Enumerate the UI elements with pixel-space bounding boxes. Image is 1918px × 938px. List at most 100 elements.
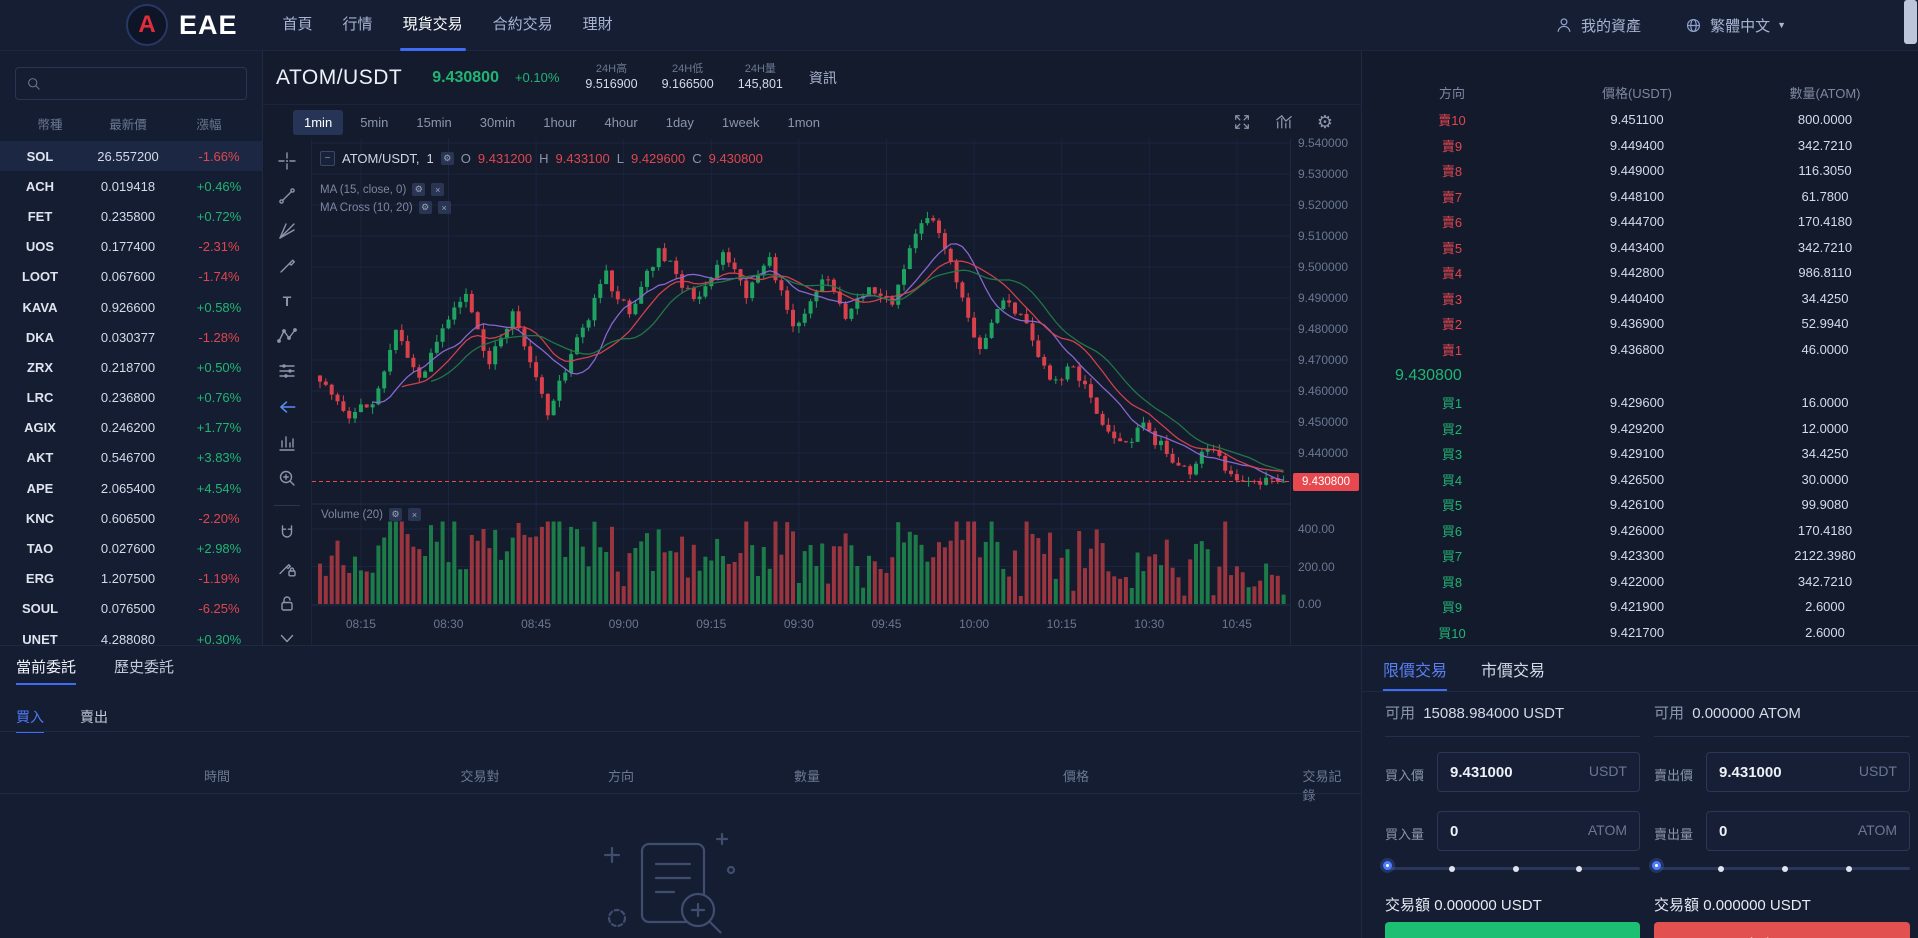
orders-tab-當前委託[interactable]: 當前委託 [16,656,76,685]
bid-row-買9[interactable]: 買99.4219002.6000 [1362,594,1918,620]
buy-button[interactable]: 買入ATOM [1385,922,1640,938]
chart-plot[interactable]: − ATOM/USDT, 1 ⚙ O9.431200 H9.433100 L9.… [312,139,1290,645]
slider-dot-25[interactable] [1449,866,1455,872]
drawing-lock-icon[interactable] [277,558,297,578]
nav-item-現貨交易[interactable]: 現貨交易 [388,0,478,51]
slider-dot-25[interactable] [1718,866,1724,872]
sell-amount-slider[interactable] [1654,861,1910,875]
ask-row-賣4[interactable]: 賣49.442800986.8110 [1362,260,1918,286]
watchlist-row-SOUL[interactable]: SOUL0.076500-6.25% [0,594,262,624]
watchlist-row-ZRX[interactable]: ZRX0.218700+0.50% [0,352,262,382]
watchlist-row-ERG[interactable]: ERG1.207500-1.19% [0,564,262,594]
nav-item-合約交易[interactable]: 合約交易 [478,0,568,51]
ask-row-賣3[interactable]: 賣39.44040034.4250 [1362,286,1918,312]
watchlist-row-TAO[interactable]: TAO0.027600+2.98% [0,533,262,563]
bid-row-買10[interactable]: 買109.4217002.6000 [1362,620,1918,646]
timeframe-15min[interactable]: 15min [405,110,462,135]
watchlist-row-DKA[interactable]: DKA0.030377-1.28% [0,322,262,352]
bid-row-買7[interactable]: 買79.4233002122.3980 [1362,543,1918,569]
bid-row-買6[interactable]: 買69.426000170.4180 [1362,518,1918,544]
price-axis[interactable]: 9.430800 9.5400009.5300009.5200009.51000… [1290,139,1362,645]
slider-dot-75[interactable] [1576,866,1582,872]
timeframe-30min[interactable]: 30min [469,110,526,135]
lock-icon[interactable] [277,593,297,613]
watchlist-row-SOL[interactable]: SOL26.557200-1.66% [0,141,262,171]
ask-row-賣5[interactable]: 賣59.443400342.7210 [1362,235,1918,261]
scrollbar-thumb[interactable] [1904,0,1917,44]
timeframe-4hour[interactable]: 4hour [593,110,648,135]
watchlist-row-APE[interactable]: APE2.065400+4.54% [0,473,262,503]
watchlist-row-ACH[interactable]: ACH0.019418+0.46% [0,171,262,201]
info-link[interactable]: 資訊 [809,68,837,88]
slider-dot-75[interactable] [1846,866,1852,872]
brush-icon[interactable] [277,256,297,276]
slider-handle[interactable] [1652,861,1661,870]
watchlist-row-UNET[interactable]: UNET4.288080+0.30% [0,624,262,645]
watchlist-row-UOS[interactable]: UOS0.177400-2.31% [0,232,262,262]
nav-item-理財[interactable]: 理財 [568,0,628,51]
watchlist-row-LOOT[interactable]: LOOT0.067600-1.74% [0,262,262,292]
timeframe-1hour[interactable]: 1hour [532,110,587,135]
ask-row-賣7[interactable]: 賣79.44810061.7800 [1362,184,1918,210]
collapse-icon[interactable]: − [320,151,335,166]
slider-handle[interactable] [1383,861,1392,870]
orders-tab-歷史委託[interactable]: 歷史委託 [114,656,174,685]
nav-item-行情[interactable]: 行情 [328,0,388,51]
bid-row-買3[interactable]: 買39.42910034.4250 [1362,441,1918,467]
arrow-left-icon[interactable] [276,396,298,418]
timeframe-1min[interactable]: 1min [293,110,343,135]
bid-row-買5[interactable]: 買59.42610099.9080 [1362,492,1918,518]
legend-gear-icon[interactable]: ⚙ [441,152,454,165]
watchlist-row-AGIX[interactable]: AGIX0.246200+1.77% [0,413,262,443]
my-assets-link[interactable]: 我的資產 [1555,15,1641,36]
forecast-icon[interactable] [277,361,297,381]
trade-tab-限價交易[interactable]: 限價交易 [1383,657,1447,691]
gann-fan-icon[interactable] [277,221,297,241]
logo[interactable]: A EAE [126,4,238,46]
crosshair-icon[interactable] [277,151,297,171]
ask-row-賣2[interactable]: 賣29.43690052.9940 [1362,311,1918,337]
timeframe-1week[interactable]: 1week [711,110,771,135]
nav-item-首頁[interactable]: 首頁 [268,0,328,51]
chevron-down-icon[interactable] [277,628,297,645]
close-icon[interactable]: × [438,201,451,214]
ask-row-賣6[interactable]: 賣69.444700170.4180 [1362,209,1918,235]
watchlist-row-KNC[interactable]: KNC0.606500-2.20% [0,503,262,533]
close-icon[interactable]: × [431,183,444,196]
close-icon[interactable]: × [408,508,421,521]
orders-side-tab-賣出[interactable]: 賣出 [80,707,108,733]
search-input[interactable] [49,76,236,91]
watchlist-row-AKT[interactable]: AKT0.546700+3.83% [0,443,262,473]
buy-price-input[interactable] [1450,753,1570,791]
indicators-icon[interactable] [1275,113,1293,131]
ask-row-賣8[interactable]: 賣89.449000116.3050 [1362,158,1918,184]
gear-icon[interactable]: ⚙ [419,201,432,214]
settings-gear-icon[interactable]: ⚙ [1317,113,1333,131]
fullscreen-icon[interactable] [1233,113,1251,131]
buy-amount-input[interactable] [1450,812,1570,850]
timeframe-5min[interactable]: 5min [349,110,399,135]
trend-line-icon[interactable] [277,186,297,206]
ask-row-賣1[interactable]: 賣19.43680046.0000 [1362,337,1918,363]
bid-row-買1[interactable]: 買19.42960016.0000 [1362,390,1918,416]
orders-side-tab-買入[interactable]: 買入 [16,707,44,733]
buy-amount-slider[interactable] [1385,861,1640,875]
timeframe-1mon[interactable]: 1mon [777,110,832,135]
gear-icon[interactable]: ⚙ [412,183,425,196]
zoom-in-icon[interactable] [277,468,297,488]
trade-tab-市價交易[interactable]: 市價交易 [1481,657,1545,691]
gear-icon[interactable]: ⚙ [389,508,402,521]
slider-dot-50[interactable] [1513,866,1519,872]
slider-dot-50[interactable] [1782,866,1788,872]
timeframe-1day[interactable]: 1day [655,110,705,135]
bid-row-買8[interactable]: 買89.422000342.7210 [1362,569,1918,595]
sell-price-input[interactable] [1719,753,1839,791]
sell-amount-input[interactable] [1719,812,1839,850]
sell-button[interactable]: 賣出ATOM [1654,922,1910,938]
watchlist-row-LRC[interactable]: LRC0.236800+0.76% [0,383,262,413]
watchlist-row-FET[interactable]: FET0.235800+0.72% [0,201,262,231]
language-selector[interactable]: 繁體中文 ▼ [1685,15,1786,36]
text-tool-icon[interactable]: T [277,291,297,311]
bid-row-買2[interactable]: 買29.42920012.0000 [1362,416,1918,442]
bid-row-買4[interactable]: 買49.42650030.0000 [1362,467,1918,493]
